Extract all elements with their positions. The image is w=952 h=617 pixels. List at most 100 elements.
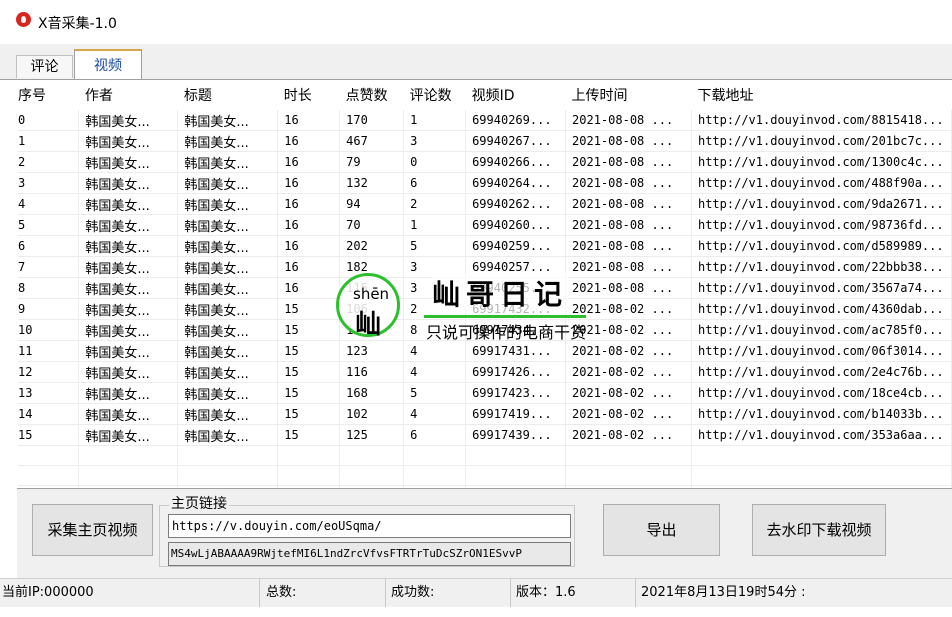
cell-duration: 15	[277, 403, 341, 425]
table-row[interactable]: 10 韩国美女... 韩国美女... 15 1 8 69917434... 2021-08-0…	[18, 319, 952, 341]
column-header-title[interactable]: 标题	[178, 80, 278, 110]
cell-upload-time: 2021-08-02 ...	[565, 319, 692, 341]
cell-download-url: http://v1.douyinvod.com/201bc7c...	[691, 130, 952, 152]
cell-video-id: 69940266...	[465, 151, 567, 173]
user-token-field[interactable]: MS4wLjABAAAA9RWjtefMI6L1ndZrcVfvsFTRTrTu…	[168, 542, 571, 566]
cell-title: 韩国美女...	[177, 193, 279, 215]
table-row[interactable]: 7 韩国美女... 韩国美女... 16 182 3 69940257... 2021-08-…	[18, 256, 952, 278]
cell-title: 韩国美女...	[177, 298, 279, 320]
table-row[interactable]: 4 韩国美女... 韩国美女... 16 94 2 69940262... 2021-08-0…	[18, 193, 952, 215]
cell-author: 韩国美女...	[78, 110, 179, 131]
cell-likes: 170	[339, 110, 405, 131]
cell-duration: 15	[277, 319, 341, 341]
cell-video-id: 69940264...	[465, 172, 567, 194]
cell-title: 韩国美女...	[177, 151, 279, 173]
cell-likes: 202	[339, 235, 405, 257]
cell-upload-time: 2021-08-08 ...	[565, 256, 692, 278]
tab-comments[interactable]: 评论	[16, 55, 73, 78]
cell-upload-time: 2021-08-02 ...	[565, 403, 692, 425]
cell-download-url: http://v1.douyinvod.com/98736fd...	[691, 214, 952, 236]
cell-index: 15	[18, 424, 80, 446]
cell-index: 8	[18, 277, 80, 299]
tab-strip: 评论 视频	[0, 44, 952, 80]
cell-video-id: 69940269...	[465, 110, 567, 131]
cell-author: 韩国美女...	[78, 130, 179, 152]
cell-title: 韩国美女...	[177, 340, 279, 362]
homepage-url-input[interactable]: https://v.douyin.com/eoUSqma/	[168, 514, 571, 538]
table-row[interactable]: 14 韩国美女... 韩国美女... 15 102 4 69917419... 2021-08…	[18, 403, 952, 425]
cell-title: 韩国美女...	[177, 277, 279, 299]
cell-title: 韩国美女...	[177, 235, 279, 257]
cell-likes: 79	[339, 151, 405, 173]
cell-comments: 2	[403, 298, 467, 320]
cell-likes: 1	[339, 319, 405, 341]
empty-row	[18, 445, 952, 466]
cell-title: 韩国美女...	[177, 130, 279, 152]
cell-video-id: 69917431...	[465, 340, 567, 362]
table-row[interactable]: 13 韩国美女... 韩国美女... 15 168 5 69917423... 2021-08…	[18, 382, 952, 404]
table-row[interactable]: 5 韩国美女... 韩国美女... 16 70 1 69940260... 2021-08-0…	[18, 214, 952, 236]
column-header-download-url[interactable]: 下载地址	[691, 80, 951, 110]
tab-video[interactable]: 视频	[74, 49, 142, 79]
cell-title: 韩国美女...	[177, 172, 279, 194]
column-header-duration[interactable]: 时长	[278, 80, 340, 110]
cell-download-url: http://v1.douyinvod.com/2e4c76b...	[691, 361, 952, 383]
cell-download-url: http://v1.douyinvod.com/ac785f0...	[691, 319, 952, 341]
download-without-watermark-button[interactable]: 去水印下载视频	[752, 504, 886, 556]
status-version: 版本：1.6	[514, 579, 636, 607]
cell-comments: 3	[403, 277, 467, 299]
column-header-likes[interactable]: 点赞数	[340, 80, 404, 110]
table-row[interactable]: 0 韩国美女... 韩国美女... 16 170 1 69940269... 2021-08-…	[18, 110, 952, 131]
table-row[interactable]: 11 韩国美女... 韩国美女... 15 123 4 69917431... 2021-08…	[18, 340, 952, 362]
table-row[interactable]: 3 韩国美女... 韩国美女... 16 132 6 69940264... 2021-08-…	[18, 172, 952, 194]
cell-index: 5	[18, 214, 80, 236]
cell-download-url: http://v1.douyinvod.com/8815418...	[691, 110, 952, 131]
status-ip: 当前IP:000000	[0, 579, 260, 607]
table-row[interactable]: 12 韩国美女... 韩国美女... 15 116 4 69917426... 2021-08…	[18, 361, 952, 383]
cell-download-url: http://v1.douyinvod.com/18ce4cb...	[691, 382, 952, 404]
cell-duration: 16	[277, 214, 341, 236]
control-panel: 采集主页视频 主页链接 https://v.douyin.com/eoUSqma…	[17, 488, 952, 579]
cell-duration: 16	[277, 130, 341, 152]
export-button[interactable]: 导出	[603, 504, 720, 556]
cell-duration: 15	[277, 340, 341, 362]
empty-row	[18, 465, 952, 486]
status-total: 总数:	[264, 579, 386, 607]
cell-duration: 16	[277, 110, 341, 131]
column-header-author[interactable]: 作者	[79, 80, 178, 110]
cell-video-id: 69917439...	[465, 424, 567, 446]
column-header-comments[interactable]: 评论数	[404, 80, 466, 110]
table-row[interactable]: 15 韩国美女... 韩国美女... 15 125 6 69917439... 2021-08…	[18, 424, 952, 446]
cell-author: 韩国美女...	[78, 277, 179, 299]
cell-title: 韩国美女...	[177, 319, 279, 341]
table-row[interactable]: 9 韩国美女... 韩国美女... 15 106 2 69917432... 2021-08-…	[18, 298, 952, 320]
cell-index: 3	[18, 172, 80, 194]
cell-comments: 1	[403, 110, 467, 131]
cell-comments: 3	[403, 130, 467, 152]
table-row[interactable]: 2 韩国美女... 韩国美女... 16 79 0 69940266... 2021-08-0…	[18, 151, 952, 173]
table-row[interactable]: 1 韩国美女... 韩国美女... 16 467 3 69940267... 2021-08-…	[18, 130, 952, 152]
cell-author: 韩国美女...	[78, 172, 179, 194]
column-header-video-id[interactable]: 视频ID	[466, 80, 566, 110]
cell-duration: 16	[277, 151, 341, 173]
cell-comments: 4	[403, 361, 467, 383]
table-row[interactable]: 8 韩国美女... 韩国美女... 16 115 3 69940255... 2021-08-…	[18, 277, 952, 299]
cell-author: 韩国美女...	[78, 298, 179, 320]
table-row[interactable]: 6 韩国美女... 韩国美女... 16 202 5 69940259... 2021-08-…	[18, 235, 952, 257]
column-header-upload-time[interactable]: 上传时间	[566, 80, 692, 110]
video-table[interactable]: 序号 作者 标题 时长 点赞数 评论数 视频ID 上传时间 下载地址 0 韩国美女…	[18, 80, 952, 488]
cell-likes: 102	[339, 403, 405, 425]
collect-homepage-videos-button[interactable]: 采集主页视频	[32, 504, 153, 556]
status-datetime: 2021年8月13日19时54分 :	[641, 585, 806, 600]
cell-likes: 116	[339, 361, 405, 383]
app-logo-icon	[16, 12, 31, 27]
column-header-index[interactable]: 序号	[18, 80, 79, 110]
cell-upload-time: 2021-08-08 ...	[565, 235, 692, 257]
cell-upload-time: 2021-08-02 ...	[565, 340, 692, 362]
cell-upload-time: 2021-08-08 ...	[565, 277, 692, 299]
window-title: X音采集-1.0	[38, 16, 117, 32]
cell-likes: 123	[339, 340, 405, 362]
cell-author: 韩国美女...	[78, 256, 179, 278]
cell-upload-time: 2021-08-08 ...	[565, 151, 692, 173]
table-header-row: 序号 作者 标题 时长 点赞数 评论数 视频ID 上传时间 下载地址	[18, 80, 952, 110]
